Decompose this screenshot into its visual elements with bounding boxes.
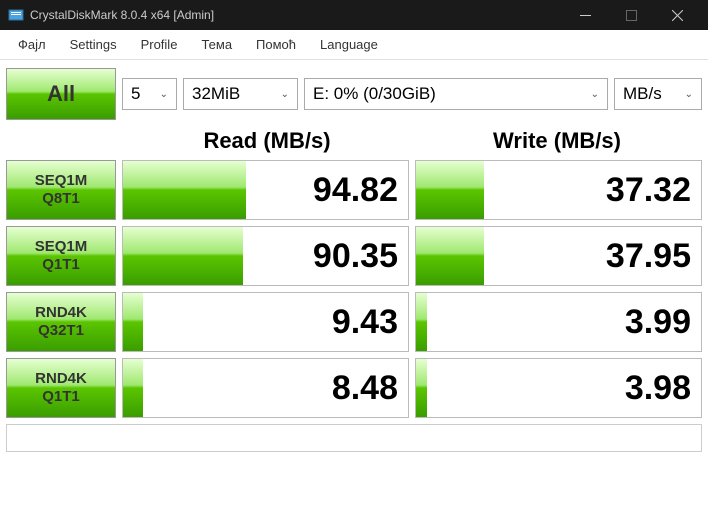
menu-theme[interactable]: Тема bbox=[189, 33, 244, 56]
menu-profile[interactable]: Profile bbox=[129, 33, 190, 56]
write-cell: 3.99 bbox=[415, 292, 702, 352]
test-button-seq1m-q1t1[interactable]: SEQ1M Q1T1 bbox=[6, 226, 116, 286]
minimize-button[interactable] bbox=[562, 0, 608, 30]
read-value: 94.82 bbox=[313, 171, 408, 210]
write-value: 3.99 bbox=[625, 303, 701, 342]
row-label-line2: Q1T1 bbox=[42, 388, 80, 406]
write-bar bbox=[416, 161, 484, 219]
read-cell: 9.43 bbox=[122, 292, 409, 352]
write-value: 3.98 bbox=[625, 369, 701, 408]
benchmark-row: SEQ1M Q1T1 90.35 37.95 bbox=[6, 226, 702, 286]
row-label-line2: Q8T1 bbox=[42, 190, 80, 208]
read-value: 9.43 bbox=[332, 303, 408, 342]
read-cell: 8.48 bbox=[122, 358, 409, 418]
size-select[interactable]: 32MiB ⌄ bbox=[183, 78, 298, 110]
window-title: CrystalDiskMark 8.0.4 x64 [Admin] bbox=[30, 8, 562, 22]
benchmark-row: SEQ1M Q8T1 94.82 37.32 bbox=[6, 160, 702, 220]
menu-file[interactable]: Фајл bbox=[6, 33, 58, 56]
app-icon bbox=[8, 7, 24, 23]
read-value: 90.35 bbox=[313, 237, 408, 276]
test-button-rnd4k-q32t1[interactable]: RND4K Q32T1 bbox=[6, 292, 116, 352]
row-label-line2: Q32T1 bbox=[38, 322, 84, 340]
column-headers: Read (MB/s) Write (MB/s) bbox=[0, 126, 708, 160]
chevron-down-icon: ⌄ bbox=[281, 89, 289, 100]
read-value: 8.48 bbox=[332, 369, 408, 408]
menu-help[interactable]: Помоћ bbox=[244, 33, 308, 56]
window-controls bbox=[562, 0, 700, 30]
status-bar bbox=[6, 424, 702, 452]
write-cell: 3.98 bbox=[415, 358, 702, 418]
write-cell: 37.32 bbox=[415, 160, 702, 220]
write-header: Write (MB/s) bbox=[412, 128, 702, 154]
menu-language[interactable]: Language bbox=[308, 33, 390, 56]
read-bar bbox=[123, 161, 246, 219]
write-bar bbox=[416, 227, 484, 285]
benchmark-row: RND4K Q32T1 9.43 3.99 bbox=[6, 292, 702, 352]
read-bar bbox=[123, 359, 143, 417]
menubar: Фајл Settings Profile Тема Помоћ Languag… bbox=[0, 30, 708, 60]
row-label-line1: SEQ1M bbox=[35, 172, 88, 190]
row-label-line1: RND4K bbox=[35, 370, 87, 388]
menu-settings[interactable]: Settings bbox=[58, 33, 129, 56]
chevron-down-icon: ⌄ bbox=[160, 89, 168, 100]
size-value: 32MiB bbox=[192, 84, 240, 104]
close-button[interactable] bbox=[654, 0, 700, 30]
chevron-down-icon: ⌄ bbox=[685, 89, 693, 100]
chevron-down-icon: ⌄ bbox=[591, 89, 599, 100]
write-value: 37.32 bbox=[606, 171, 701, 210]
read-cell: 90.35 bbox=[122, 226, 409, 286]
benchmark-rows: SEQ1M Q8T1 94.82 37.32 SEQ1M Q1T1 90.35 … bbox=[0, 160, 708, 418]
row-label-line1: RND4K bbox=[35, 304, 87, 322]
write-bar bbox=[416, 293, 427, 351]
write-value: 37.95 bbox=[606, 237, 701, 276]
row-label-line1: SEQ1M bbox=[35, 238, 88, 256]
test-button-seq1m-q8t1[interactable]: SEQ1M Q8T1 bbox=[6, 160, 116, 220]
runs-value: 5 bbox=[131, 84, 140, 104]
write-bar bbox=[416, 359, 427, 417]
row-label-line2: Q1T1 bbox=[42, 256, 80, 274]
benchmark-row: RND4K Q1T1 8.48 3.98 bbox=[6, 358, 702, 418]
unit-value: MB/s bbox=[623, 84, 662, 104]
drive-value: E: 0% (0/30GiB) bbox=[313, 84, 436, 104]
read-bar bbox=[123, 293, 143, 351]
drive-select[interactable]: E: 0% (0/30GiB) ⌄ bbox=[304, 78, 608, 110]
runs-select[interactable]: 5 ⌄ bbox=[122, 78, 177, 110]
maximize-button[interactable] bbox=[608, 0, 654, 30]
read-cell: 94.82 bbox=[122, 160, 409, 220]
write-cell: 37.95 bbox=[415, 226, 702, 286]
toolbar: All 5 ⌄ 32MiB ⌄ E: 0% (0/30GiB) ⌄ MB/s ⌄ bbox=[0, 60, 708, 126]
read-header: Read (MB/s) bbox=[122, 128, 412, 154]
titlebar: CrystalDiskMark 8.0.4 x64 [Admin] bbox=[0, 0, 708, 30]
unit-select[interactable]: MB/s ⌄ bbox=[614, 78, 702, 110]
test-button-rnd4k-q1t1[interactable]: RND4K Q1T1 bbox=[6, 358, 116, 418]
all-button[interactable]: All bbox=[6, 68, 116, 120]
read-bar bbox=[123, 227, 243, 285]
